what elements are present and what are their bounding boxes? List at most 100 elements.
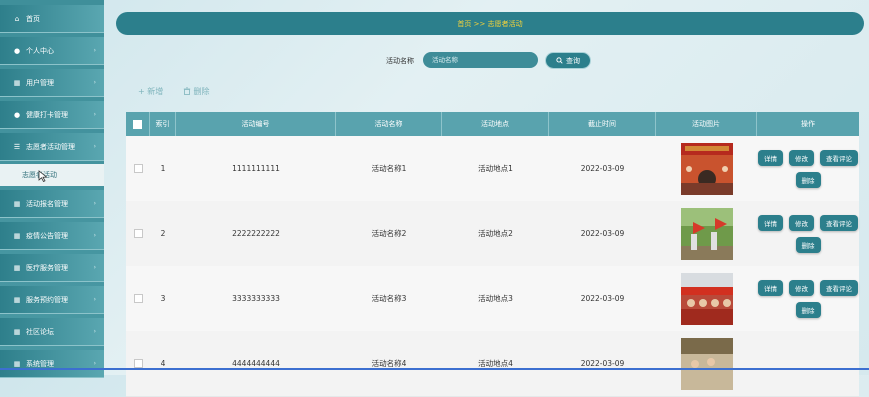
- column-header: 操作: [801, 120, 815, 128]
- sidebar-item-personal-center[interactable]: ● 个人中心 ›: [0, 37, 104, 65]
- search-input[interactable]: [423, 52, 538, 68]
- cell-index: 2: [160, 229, 166, 238]
- cell-place: 活动地点2: [478, 229, 513, 238]
- batch-delete-button[interactable]: 删除: [183, 86, 210, 97]
- column-header: 索引: [150, 112, 176, 136]
- grid-icon: ▦: [13, 295, 21, 304]
- sidebar-item-health-checkin[interactable]: ● 健康打卡管理 ›: [0, 101, 104, 129]
- sidebar-item-label: 用户管理: [26, 78, 54, 87]
- view-comments-button[interactable]: 查看评论: [820, 279, 858, 296]
- activity-photo: [680, 142, 733, 195]
- cell-name: 活动名称1: [371, 164, 407, 173]
- chevron-right-icon: ›: [93, 296, 96, 303]
- scrollbar[interactable]: [0, 368, 869, 370]
- edit-button[interactable]: 修改: [789, 214, 814, 231]
- batch-delete-label: 删除: [193, 87, 210, 96]
- grid-icon: ▦: [13, 199, 21, 208]
- chevron-right-icon: ›: [93, 232, 96, 239]
- cell-name: 活动名称2: [371, 229, 407, 238]
- cell-code: 2222222222: [232, 229, 280, 238]
- cell-deadline: 2022-03-09: [580, 164, 625, 173]
- user-icon: ●: [13, 46, 21, 55]
- delete-button[interactable]: 删除: [795, 171, 821, 188]
- chevron-right-icon: ›: [93, 111, 96, 118]
- sidebar-item-label: 活动报名管理: [26, 199, 68, 208]
- sidebar-item-label: 健康打卡管理: [26, 110, 68, 119]
- mouse-cursor-icon: [38, 170, 48, 182]
- sidebar-subitem-volunteer-activity[interactable]: 志愿者活动: [0, 164, 104, 186]
- search-label: 活动名称: [386, 57, 414, 65]
- add-button[interactable]: + 新增: [138, 86, 163, 97]
- sidebar-item-label: 社区论坛: [26, 327, 54, 336]
- grid-icon: ▦: [13, 78, 21, 87]
- cell-name: 活动名称4: [371, 359, 407, 368]
- grid-icon: ▦: [13, 231, 21, 240]
- sidebar-item-label: 志愿者活动管理: [26, 142, 75, 151]
- sidebar-item-announcements[interactable]: ▦ 疫情公告管理 ›: [0, 222, 104, 250]
- delete-button[interactable]: 删除: [795, 236, 821, 253]
- sidebar-item-forum[interactable]: ▦ 社区论坛 ›: [0, 318, 104, 346]
- row-checkbox[interactable]: [133, 229, 143, 238]
- chevron-right-icon: ›: [93, 200, 96, 207]
- grid-icon: ▦: [13, 263, 21, 272]
- cell-name: 活动名称3: [371, 294, 407, 303]
- column-header: 活动编号: [176, 112, 336, 136]
- column-header: 活动图片: [656, 112, 757, 136]
- edit-button[interactable]: 修改: [789, 279, 814, 296]
- breadcrumb-text: 首页 >> 志愿者活动: [457, 19, 523, 28]
- sidebar-item-label: 疫情公告管理: [26, 231, 68, 240]
- table-row: 2 2222222222 活动名称2 活动地点2 2022-03-09 详情 修…: [126, 201, 859, 267]
- sidebar-item-users[interactable]: ▦ 用户管理 ›: [0, 69, 104, 97]
- cell-code: 4444444444: [232, 359, 280, 368]
- detail-button[interactable]: 详情: [758, 214, 783, 231]
- table-row: 4 4444444444 活动名称4 活动地点4 2022-03-09: [126, 331, 859, 397]
- cell-place: 活动地点4: [478, 359, 513, 368]
- search-button-label: 查询: [566, 56, 580, 65]
- breadcrumb: 首页 >> 志愿者活动: [116, 12, 864, 35]
- chevron-right-icon: ›: [93, 264, 96, 271]
- view-comments-button[interactable]: 查看评论: [820, 214, 858, 231]
- view-comments-button[interactable]: 查看评论: [820, 149, 858, 166]
- grid-icon: ▦: [13, 359, 21, 368]
- row-checkbox[interactable]: [133, 164, 143, 173]
- cell-deadline: 2022-03-09: [580, 359, 625, 368]
- column-header: 截止时间: [549, 112, 656, 136]
- sliders-icon: ☰: [13, 142, 21, 151]
- edit-button[interactable]: 修改: [789, 149, 814, 166]
- select-all-checkbox[interactable]: [133, 119, 142, 129]
- column-header: 活动地点: [442, 112, 549, 136]
- cell-code: 1111111111: [232, 164, 280, 173]
- user-icon: ●: [13, 110, 21, 119]
- sidebar-item-label: 医疗服务管理: [26, 263, 68, 272]
- cell-index: 1: [160, 164, 166, 173]
- cell-deadline: 2022-03-09: [580, 294, 625, 303]
- sidebar-item-label: 首页: [26, 14, 40, 23]
- sidebar-item-label: 个人中心: [26, 46, 54, 55]
- cell-index: 3: [160, 294, 166, 303]
- sidebar-item-label: 系统管理: [26, 359, 54, 368]
- sidebar-item-medical-services[interactable]: ▦ 医疗服务管理 ›: [0, 254, 104, 282]
- sidebar-item-registrations[interactable]: ▦ 活动报名管理 ›: [0, 190, 104, 218]
- table-row: 3 3333333333 活动名称3 活动地点3 2022-03-09 详情 修…: [126, 266, 859, 332]
- trash-icon: [183, 87, 191, 95]
- detail-button[interactable]: 详情: [758, 279, 783, 296]
- table-header: 索引 活动编号 活动名称 活动地点 截止时间 活动图片 操作: [126, 112, 859, 136]
- delete-button[interactable]: 删除: [795, 301, 821, 318]
- sidebar-item-system[interactable]: ▦ 系统管理 ›: [0, 350, 104, 378]
- row-checkbox[interactable]: [133, 359, 143, 368]
- activity-photo: [680, 207, 733, 260]
- table-row: 1 1111111111 活动名称1 活动地点1 2022-03-09 详情 修…: [126, 136, 859, 202]
- sidebar-item-home[interactable]: ⌂ 首页: [0, 5, 104, 33]
- chevron-right-icon: ›: [93, 79, 96, 86]
- sidebar-item-label: 服务预约管理: [26, 295, 68, 304]
- sidebar-item-appointments[interactable]: ▦ 服务预约管理 ›: [0, 286, 104, 314]
- detail-button[interactable]: 详情: [758, 149, 783, 166]
- grid-icon: ▦: [13, 327, 21, 336]
- chevron-right-icon: ›: [93, 328, 96, 335]
- search-button[interactable]: 查询: [545, 52, 591, 69]
- row-checkbox[interactable]: [133, 294, 143, 303]
- chevron-down-icon: ›: [93, 143, 96, 150]
- sidebar-item-volunteer-activities[interactable]: ☰ 志愿者活动管理 ›: [0, 133, 104, 161]
- chevron-right-icon: ›: [93, 360, 96, 367]
- header-select-all[interactable]: [126, 112, 150, 136]
